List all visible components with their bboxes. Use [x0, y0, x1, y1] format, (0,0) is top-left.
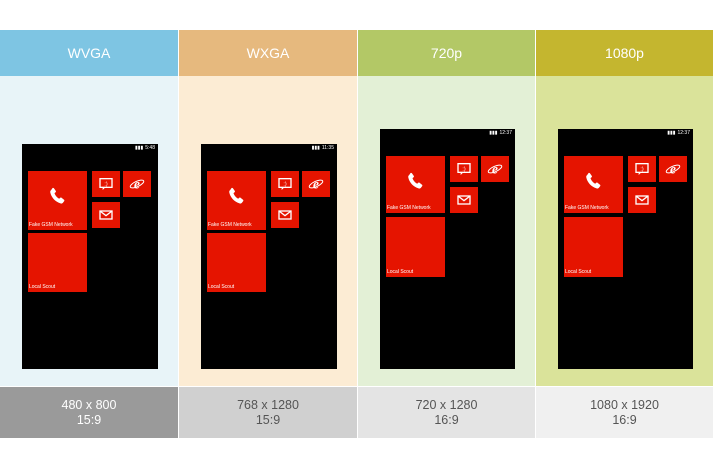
resolution-name: WVGA [67, 45, 111, 61]
status-time: 5:48 [145, 145, 155, 151]
internet-explorer-icon: e [308, 176, 324, 192]
mail-tile[interactable] [92, 202, 120, 228]
local-scout-tile[interactable]: Local Scout [28, 233, 87, 292]
resolution-dimensions: 1080 x 1920 [590, 397, 659, 412]
internet-explorer-tile[interactable]: e [481, 156, 509, 182]
signal-icon: ▮▮▮ [489, 130, 498, 136]
svg-text::): :) [462, 166, 465, 172]
phone-screen: ▮▮▮ 12:37 Fake GSM Network :) e Local Sc… [558, 129, 693, 369]
mail-icon [98, 207, 114, 223]
messaging-icon: :) [456, 161, 472, 177]
messaging-icon: :) [277, 176, 293, 192]
internet-explorer-tile[interactable]: e [302, 171, 330, 197]
resolution-name: WXGA [246, 45, 290, 61]
mail-tile[interactable] [450, 187, 478, 213]
signal-icon: ▮▮▮ [135, 145, 144, 151]
preview-area: ▮▮▮ 11:35 Fake GSM Network :) e Local Sc… [179, 76, 357, 386]
signal-icon: ▮▮▮ [667, 130, 676, 136]
aspect-ratio: 15:9 [76, 412, 102, 427]
local-scout-label: Local Scout [387, 269, 414, 275]
local-scout-label: Local Scout [565, 269, 592, 275]
status-bar: ▮▮▮ 12:37 [667, 130, 690, 136]
column-footer: 768 x 1280 15:9 [179, 387, 357, 438]
mail-icon [634, 192, 650, 208]
column-header: 720p [358, 30, 535, 76]
column-header: WXGA [179, 30, 357, 76]
preview-area: ▮▮▮ 12:37 Fake GSM Network :) e Local Sc… [536, 76, 713, 386]
messaging-tile[interactable]: :) [92, 171, 120, 197]
status-time: 12:37 [677, 130, 690, 136]
messaging-tile[interactable]: :) [271, 171, 299, 197]
status-bar: ▮▮▮ 11:35 [312, 145, 334, 151]
signal-icon: ▮▮▮ [311, 145, 320, 151]
preview-area: ▮▮▮ 5:48 Fake GSM Network :) e Local Sco… [0, 76, 178, 386]
mail-tile[interactable] [271, 202, 299, 228]
resolution-column: 1080p ▮▮▮ 12:37 Fake GSM Network :) e Lo… [536, 30, 713, 438]
resolution-name: 720p [430, 45, 463, 61]
phone-tile-label: Fake GSM Network [29, 222, 73, 228]
phone-tile[interactable]: Fake GSM Network [386, 156, 445, 213]
aspect-ratio: 16:9 [434, 412, 459, 427]
column-footer: 480 x 800 15:9 [0, 387, 178, 438]
svg-text:e: e [313, 177, 319, 192]
svg-text:e: e [134, 177, 140, 192]
phone-screen: ▮▮▮ 5:48 Fake GSM Network :) e Local Sco… [22, 144, 158, 369]
resolution-column: WVGA ▮▮▮ 5:48 Fake GSM Network :) e Loca… [0, 30, 178, 438]
phone-icon [47, 185, 67, 207]
column-footer: 720 x 1280 16:9 [358, 387, 535, 438]
messaging-tile[interactable]: :) [450, 156, 478, 182]
column-footer: 1080 x 1920 16:9 [536, 387, 713, 438]
status-bar: ▮▮▮ 5:48 [135, 145, 155, 151]
resolution-dimensions: 480 x 800 [61, 397, 117, 412]
phone-icon [405, 170, 425, 192]
column-header: 1080p [536, 30, 713, 76]
messaging-icon: :) [634, 161, 650, 177]
internet-explorer-icon: e [487, 161, 503, 177]
phone-tile[interactable]: Fake GSM Network [207, 171, 266, 230]
phone-icon [583, 170, 603, 192]
status-bar: ▮▮▮ 12:37 [489, 130, 512, 136]
local-scout-tile[interactable]: Local Scout [564, 217, 623, 277]
phone-tile-label: Fake GSM Network [387, 205, 431, 211]
resolution-column: WXGA ▮▮▮ 11:35 Fake GSM Network :) e Loc… [179, 30, 357, 438]
aspect-ratio: 16:9 [612, 412, 637, 427]
phone-tile-label: Fake GSM Network [565, 205, 609, 211]
status-time: 11:35 [321, 145, 334, 151]
phone-tile[interactable]: Fake GSM Network [564, 156, 623, 213]
internet-explorer-tile[interactable]: e [659, 156, 687, 182]
preview-area: ▮▮▮ 12:37 Fake GSM Network :) e Local Sc… [358, 76, 535, 386]
phone-icon [226, 185, 246, 207]
resolution-dimensions: 720 x 1280 [415, 397, 478, 412]
svg-text::): :) [104, 181, 107, 187]
column-header: WVGA [0, 30, 178, 76]
resolution-column: 720p ▮▮▮ 12:37 Fake GSM Network :) e Loc… [358, 30, 535, 438]
local-scout-tile[interactable]: Local Scout [207, 233, 266, 292]
internet-explorer-icon: e [665, 161, 681, 177]
local-scout-label: Local Scout [208, 284, 235, 290]
messaging-tile[interactable]: :) [628, 156, 656, 182]
local-scout-tile[interactable]: Local Scout [386, 217, 445, 277]
mail-icon [456, 192, 472, 208]
phone-screen: ▮▮▮ 11:35 Fake GSM Network :) e Local Sc… [201, 144, 337, 369]
svg-text:e: e [492, 162, 498, 177]
local-scout-label: Local Scout [29, 284, 56, 290]
status-time: 12:37 [499, 130, 512, 136]
svg-text::): :) [283, 181, 286, 187]
internet-explorer-tile[interactable]: e [123, 171, 151, 197]
svg-text::): :) [640, 166, 643, 172]
svg-text:e: e [670, 162, 676, 177]
aspect-ratio: 15:9 [255, 412, 281, 427]
messaging-icon: :) [98, 176, 114, 192]
phone-screen: ▮▮▮ 12:37 Fake GSM Network :) e Local Sc… [380, 129, 515, 369]
mail-icon [277, 207, 293, 223]
internet-explorer-icon: e [129, 176, 145, 192]
resolution-dimensions: 768 x 1280 [237, 397, 299, 412]
phone-tile-label: Fake GSM Network [208, 222, 252, 228]
resolution-name: 1080p [605, 45, 644, 61]
phone-tile[interactable]: Fake GSM Network [28, 171, 87, 230]
mail-tile[interactable] [628, 187, 656, 213]
